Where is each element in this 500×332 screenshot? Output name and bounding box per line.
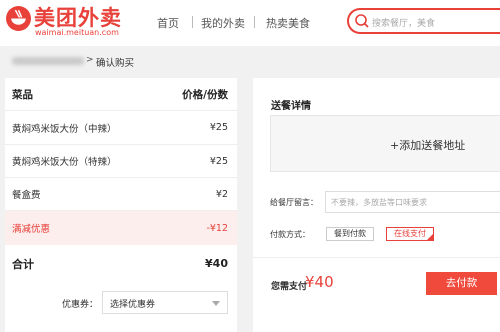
amount-due-label: 您需支付 xyxy=(271,282,308,292)
coupon-selected-value[interactable]: 选择优惠券 xyxy=(110,297,155,310)
order-item-row: 黄焖鸡米饭大份（特辣） ¥25 xyxy=(5,145,237,178)
logo-domain: waimai.meituan.com xyxy=(35,28,119,37)
item-name: 黄焖鸡米饭大份（特辣） xyxy=(12,157,117,168)
payment-method-label: 付款方式： xyxy=(270,230,310,239)
nav-home[interactable]: 首页 xyxy=(157,15,179,31)
coupon-select[interactable]: 选择优惠券 xyxy=(102,291,228,314)
divider xyxy=(253,257,500,258)
coupon-label: 优惠券： xyxy=(62,300,99,310)
search-icon[interactable] xyxy=(354,13,370,29)
discount-name: 满减优惠 xyxy=(12,224,51,235)
order-item-row: 黄焖鸡米饭大份（中辣） ¥25 xyxy=(5,111,237,145)
total-row: 合计 ¥40 xyxy=(5,245,237,282)
total-amount: ¥40 xyxy=(205,257,228,270)
column-dish: 菜品 xyxy=(12,88,33,101)
delivery-title: 送餐详情 xyxy=(271,101,311,112)
go-pay-button[interactable]: 去付款 xyxy=(426,272,497,295)
chevron-down-icon[interactable] xyxy=(212,301,220,306)
payment-online-label[interactable]: 在线支付 xyxy=(394,229,426,238)
order-summary-card: 菜品 价格/份数 黄焖鸡米饭大份（中辣） ¥25 黄焖鸡米饭大份（特辣） ¥25… xyxy=(5,78,237,332)
add-address-label[interactable]: +添加送餐地址 xyxy=(390,137,465,153)
discount-row: 满减优惠 -¥12 xyxy=(5,211,237,245)
nav-divider xyxy=(192,16,193,28)
breadcrumb-current: 确认购买 xyxy=(96,58,135,69)
column-price-qty: 价格/份数 xyxy=(182,88,228,101)
search-placeholder[interactable]: 搜索餐厅，美食 xyxy=(372,16,435,29)
message-label: 给餐厅留言： xyxy=(270,198,318,207)
nav-hot-food[interactable]: 热卖美食 xyxy=(266,15,310,31)
meituan-bowl-icon[interactable] xyxy=(6,6,31,31)
item-price: ¥25 xyxy=(209,155,228,167)
nav-my-orders[interactable]: 我的外卖 xyxy=(201,15,245,31)
payment-online-button[interactable]: 在线支付 xyxy=(386,227,434,241)
message-placeholder[interactable]: 不要辣，多放盐等口味要求 xyxy=(331,197,427,208)
item-price: ¥25 xyxy=(209,122,228,133)
message-input[interactable]: 不要辣，多放盐等口味要求 xyxy=(325,191,500,213)
amount-due-value: ¥40 xyxy=(305,273,334,291)
item-name: 黄焖鸡米饭大份（中辣） xyxy=(12,123,117,135)
breadcrumb-blurred-location xyxy=(12,57,84,65)
add-address-button[interactable]: +添加送餐地址 xyxy=(270,115,500,172)
nav-divider xyxy=(254,16,255,28)
order-table-header: 菜品 价格/份数 xyxy=(5,78,237,111)
item-name: 餐盒费 xyxy=(12,190,41,201)
item-price: ¥2 xyxy=(215,188,228,200)
check-corner-icon xyxy=(426,233,434,241)
total-label: 合计 xyxy=(12,257,34,271)
order-item-row: 餐盒费 ¥2 xyxy=(5,178,237,211)
breadcrumb-separator: > xyxy=(86,55,94,65)
discount-amount: -¥12 xyxy=(206,222,228,234)
payment-cash-on-delivery-button[interactable]: 餐到付款 xyxy=(326,227,374,241)
